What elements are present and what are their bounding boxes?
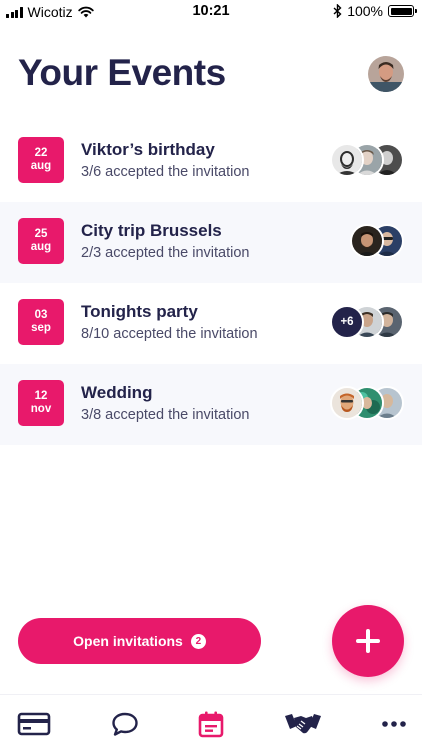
invitations-count-badge: 2 — [190, 633, 206, 649]
status-bar: Wicotiz 10:21 100% — [0, 0, 422, 24]
attendee-avatar — [330, 386, 364, 420]
tab-cards[interactable] — [16, 709, 52, 739]
tab-calendar[interactable] — [193, 709, 229, 739]
event-row[interactable]: 03 sep Tonights party 8/10 accepted the … — [0, 283, 422, 364]
more-dots-icon — [382, 721, 406, 727]
attendee-avatar — [330, 143, 364, 177]
attendee-avatars — [330, 386, 404, 420]
date-day: 25 — [34, 228, 48, 240]
event-title: Tonights party — [81, 302, 198, 321]
event-title: City trip Brussels — [81, 221, 222, 240]
calendar-icon — [198, 711, 224, 738]
battery-percent: 100% — [347, 3, 383, 19]
tab-deals[interactable] — [283, 709, 323, 739]
date-month: sep — [31, 322, 51, 334]
handshake-icon — [285, 714, 321, 734]
status-right: 100% — [333, 3, 417, 19]
open-invitations-button[interactable]: Open invitations 2 — [18, 618, 261, 664]
attendee-avatar — [350, 224, 384, 258]
event-subtitle: 2/3 accepted the invitation — [81, 245, 250, 261]
plus-icon — [356, 629, 380, 653]
tab-more[interactable] — [376, 709, 412, 739]
date-day: 22 — [34, 147, 48, 159]
extra-attendees-count: +6 — [330, 305, 364, 339]
event-subtitle: 3/8 accepted the invitation — [81, 407, 250, 423]
tab-bar — [0, 694, 422, 750]
bluetooth-icon — [333, 4, 342, 18]
tab-chat[interactable] — [107, 709, 143, 739]
page-title: Your Events — [18, 52, 226, 93]
card-icon — [17, 712, 51, 736]
event-title: Wedding — [81, 383, 153, 402]
date-month: aug — [30, 160, 52, 172]
attendee-avatars — [330, 143, 404, 177]
event-subtitle: 3/6 accepted the invitation — [81, 164, 250, 180]
date-month: nov — [30, 403, 52, 415]
add-event-button[interactable] — [332, 605, 404, 677]
date-badge: 12 nov — [18, 380, 64, 426]
date-badge: 22 aug — [18, 137, 64, 183]
event-title: Viktor’s birthday — [81, 140, 215, 159]
date-badge: 03 sep — [18, 299, 64, 345]
open-invitations-label: Open invitations — [73, 633, 183, 649]
event-row[interactable]: 25 aug City trip Brussels 2/3 accepted t… — [0, 202, 422, 283]
chat-bubble-icon — [112, 712, 138, 736]
event-subtitle: 8/10 accepted the invitation — [81, 326, 258, 342]
date-day: 12 — [34, 390, 48, 402]
event-row[interactable]: 12 nov Wedding 3/8 accepted the invitati… — [0, 364, 422, 445]
events-list: 22 aug Viktor’s birthday 3/6 accepted th… — [0, 121, 422, 445]
date-month: aug — [30, 241, 52, 253]
battery-icon — [388, 5, 417, 17]
date-day: 03 — [34, 309, 48, 321]
event-row[interactable]: 22 aug Viktor’s birthday 3/6 accepted th… — [0, 121, 422, 202]
attendee-avatars: +6 — [330, 305, 404, 339]
attendee-avatars — [350, 224, 404, 258]
profile-avatar[interactable] — [368, 56, 404, 92]
date-badge: 25 aug — [18, 218, 64, 264]
